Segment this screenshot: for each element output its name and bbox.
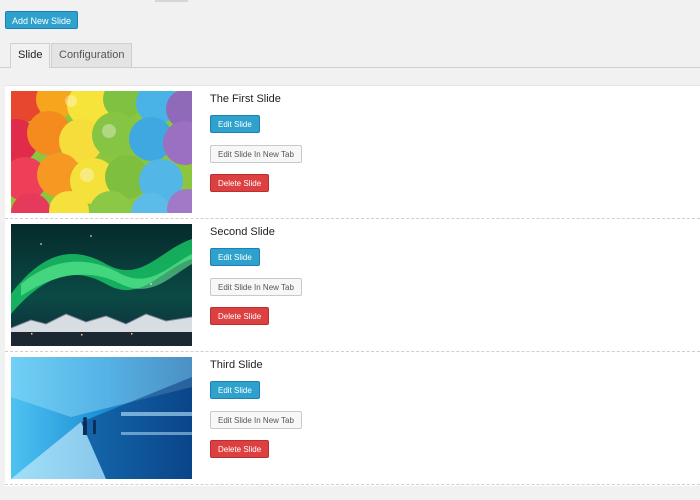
slide-title: Second Slide — [210, 226, 275, 238]
slide-row: Third Slide Edit Slide Edit Slide In New… — [5, 352, 700, 485]
slide-row: Second Slide Edit Slide Edit Slide In Ne… — [5, 219, 700, 352]
slide-thumbnail-train-station — [11, 357, 192, 479]
edit-slide-button[interactable]: Edit Slide — [210, 381, 260, 399]
slide-thumbnail-aurora — [11, 224, 192, 346]
slide-list: The First Slide Edit Slide Edit Slide In… — [5, 85, 700, 486]
edit-slide-new-tab-button[interactable]: Edit Slide In New Tab — [210, 278, 302, 296]
delete-slide-button[interactable]: Delete Slide — [210, 174, 270, 192]
delete-slide-button[interactable]: Delete Slide — [210, 440, 270, 458]
slide-title: The First Slide — [210, 93, 281, 105]
edit-slide-button[interactable]: Edit Slide — [210, 248, 260, 266]
top-scroll-indicator — [155, 0, 188, 2]
slide-title: Third Slide — [210, 359, 263, 371]
edit-slide-button[interactable]: Edit Slide — [210, 115, 260, 133]
delete-slide-button[interactable]: Delete Slide — [210, 307, 270, 325]
tab-slide[interactable]: Slide — [10, 43, 51, 68]
slide-row: The First Slide Edit Slide Edit Slide In… — [5, 86, 700, 219]
tab-configuration[interactable]: Configuration — [51, 43, 133, 67]
tab-bar: Slide Configuration — [0, 43, 700, 68]
slide-thumbnail-balloons — [11, 91, 192, 213]
edit-slide-new-tab-button[interactable]: Edit Slide In New Tab — [210, 145, 302, 163]
add-new-slide-button[interactable]: Add New Slide — [5, 11, 79, 29]
edit-slide-new-tab-button[interactable]: Edit Slide In New Tab — [210, 411, 302, 429]
